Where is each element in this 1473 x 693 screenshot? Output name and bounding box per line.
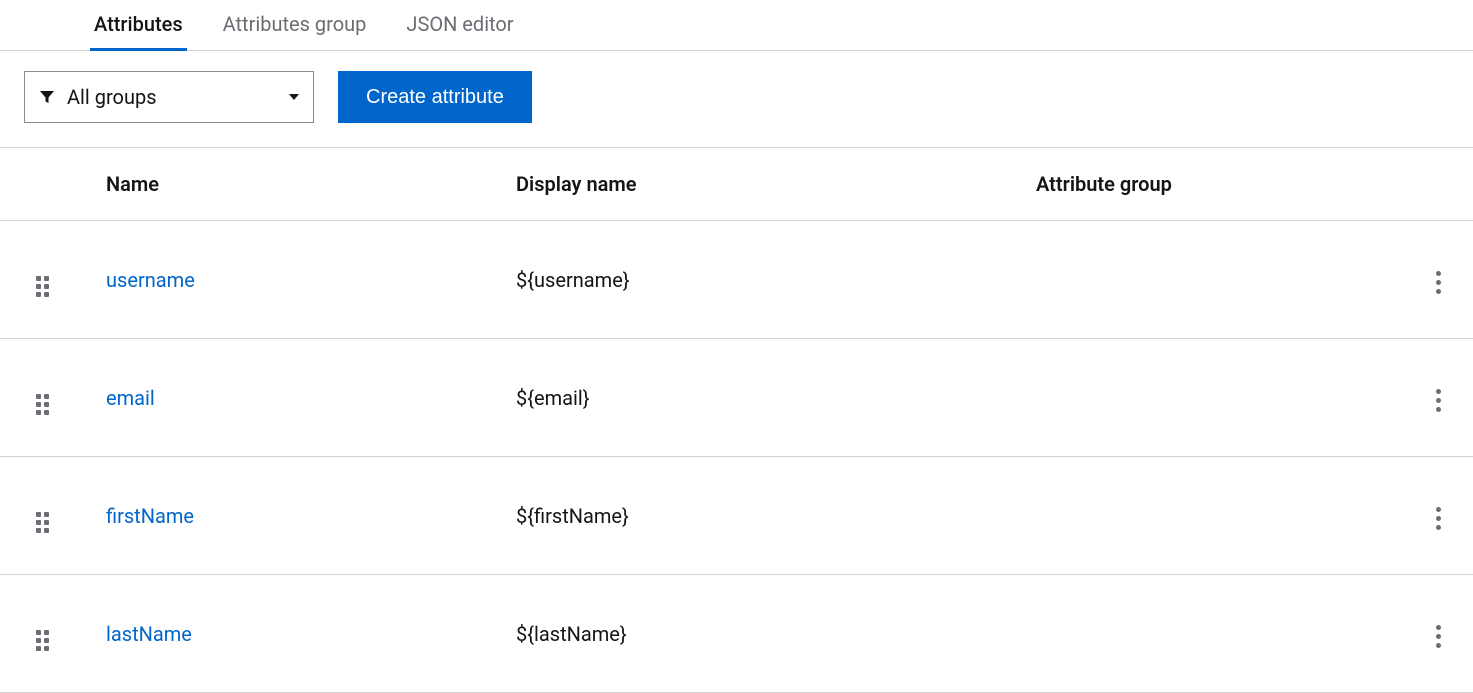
attribute-display-name: ${firstName} <box>500 457 1020 575</box>
header-display-name: Display name <box>500 148 1020 221</box>
table-row: username ${username} <box>0 221 1473 339</box>
tabs-bar: Attributes Attributes group JSON editor <box>0 0 1473 51</box>
drag-handle-icon[interactable] <box>36 276 49 297</box>
tab-attributes[interactable]: Attributes <box>90 0 187 50</box>
header-actions <box>1403 148 1473 221</box>
create-attribute-button[interactable]: Create attribute <box>338 71 532 123</box>
toolbar: All groups Create attribute <box>0 51 1473 148</box>
attribute-name-link[interactable]: lastName <box>106 622 192 646</box>
filter-groups-dropdown[interactable]: All groups <box>24 71 314 123</box>
attribute-display-name: ${lastName} <box>500 575 1020 693</box>
attribute-name-link[interactable]: username <box>106 268 195 292</box>
header-name: Name <box>70 148 500 221</box>
attribute-group-cell <box>1020 221 1403 339</box>
filter-icon <box>39 89 55 105</box>
table-row: email ${email} <box>0 339 1473 457</box>
kebab-menu-icon[interactable] <box>1428 263 1449 302</box>
attributes-table: Name Display name Attribute group userna… <box>0 148 1473 693</box>
tab-attributes-group[interactable]: Attributes group <box>219 0 371 50</box>
attribute-name-link[interactable]: email <box>106 386 155 410</box>
caret-down-icon <box>289 94 299 100</box>
kebab-menu-icon[interactable] <box>1428 499 1449 538</box>
drag-handle-icon[interactable] <box>36 630 49 651</box>
kebab-menu-icon[interactable] <box>1428 617 1449 656</box>
header-drag <box>0 148 70 221</box>
table-row: firstName ${firstName} <box>0 457 1473 575</box>
kebab-menu-icon[interactable] <box>1428 381 1449 420</box>
attribute-name-link[interactable]: firstName <box>106 504 194 528</box>
drag-handle-icon[interactable] <box>36 394 49 415</box>
attribute-group-cell <box>1020 339 1403 457</box>
tab-json-editor[interactable]: JSON editor <box>402 0 517 50</box>
attribute-display-name: ${email} <box>500 339 1020 457</box>
filter-label: All groups <box>67 85 157 109</box>
attribute-group-cell <box>1020 457 1403 575</box>
attribute-group-cell <box>1020 575 1403 693</box>
header-attribute-group: Attribute group <box>1020 148 1403 221</box>
drag-handle-icon[interactable] <box>36 512 49 533</box>
table-row: lastName ${lastName} <box>0 575 1473 693</box>
attribute-display-name: ${username} <box>500 221 1020 339</box>
